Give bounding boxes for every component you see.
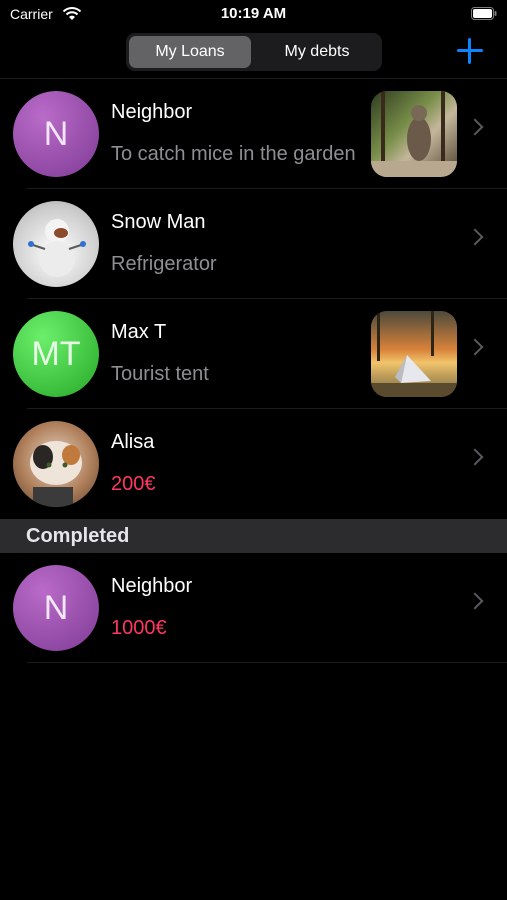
loan-name: Neighbor: [111, 575, 193, 597]
list-item[interactable]: Snow Man Refrigerator: [0, 189, 507, 299]
section-title: Completed: [26, 525, 130, 547]
loan-detail: Tourist tent: [111, 363, 209, 385]
cat-photo: [30, 441, 82, 507]
separator: [27, 662, 507, 663]
list-item[interactable]: N Neighbor To catch mice in the garden: [0, 79, 507, 189]
loan-amount: 1000€: [111, 617, 167, 639]
avatar-initials: MT: [31, 335, 81, 373]
loan-name: Neighbor: [111, 101, 193, 123]
tab-my-debts[interactable]: My debts: [255, 36, 379, 68]
add-button[interactable]: [457, 38, 483, 64]
loan-detail: Refrigerator: [111, 253, 217, 275]
tab-my-loans[interactable]: My Loans: [129, 36, 251, 68]
loan-detail: To catch mice in the garden: [111, 143, 356, 165]
loan-amount: 200€: [111, 473, 156, 495]
list-item[interactable]: N Neighbor 1000€: [0, 553, 507, 663]
section-header-completed: Completed: [0, 519, 507, 553]
avatar: N: [13, 565, 99, 651]
list-item[interactable]: Alisa 200€: [0, 409, 507, 519]
clock: 10:19 AM: [220, 5, 287, 22]
chevron-right-icon: [466, 228, 484, 246]
loan-name: Snow Man: [111, 211, 206, 233]
nav-bar: My Loans My debts: [0, 30, 507, 79]
list-item[interactable]: MT Max T Tourist tent: [0, 299, 507, 409]
avatar: [13, 421, 99, 507]
avatar: N: [13, 91, 99, 177]
chevron-right-icon: [466, 118, 484, 136]
loan-name: Alisa: [111, 431, 155, 453]
item-thumbnail: [371, 311, 457, 397]
item-thumbnail: [371, 91, 457, 177]
battery-icon: [471, 7, 497, 20]
chevron-right-icon: [466, 592, 484, 610]
tent-photo: [371, 311, 457, 397]
status-bar: Carrier 10:19 AM: [0, 0, 507, 30]
cat-photo: [371, 91, 457, 177]
avatar: MT: [13, 311, 99, 397]
avatar-initials: N: [43, 589, 69, 627]
segmented-control: My Loans My debts: [126, 33, 382, 71]
loan-name: Max T: [111, 321, 167, 343]
avatar: [13, 201, 99, 287]
chevron-right-icon: [466, 338, 484, 356]
chevron-right-icon: [466, 448, 484, 466]
snowman-photo: [28, 219, 86, 277]
avatar-initials: N: [43, 115, 69, 153]
